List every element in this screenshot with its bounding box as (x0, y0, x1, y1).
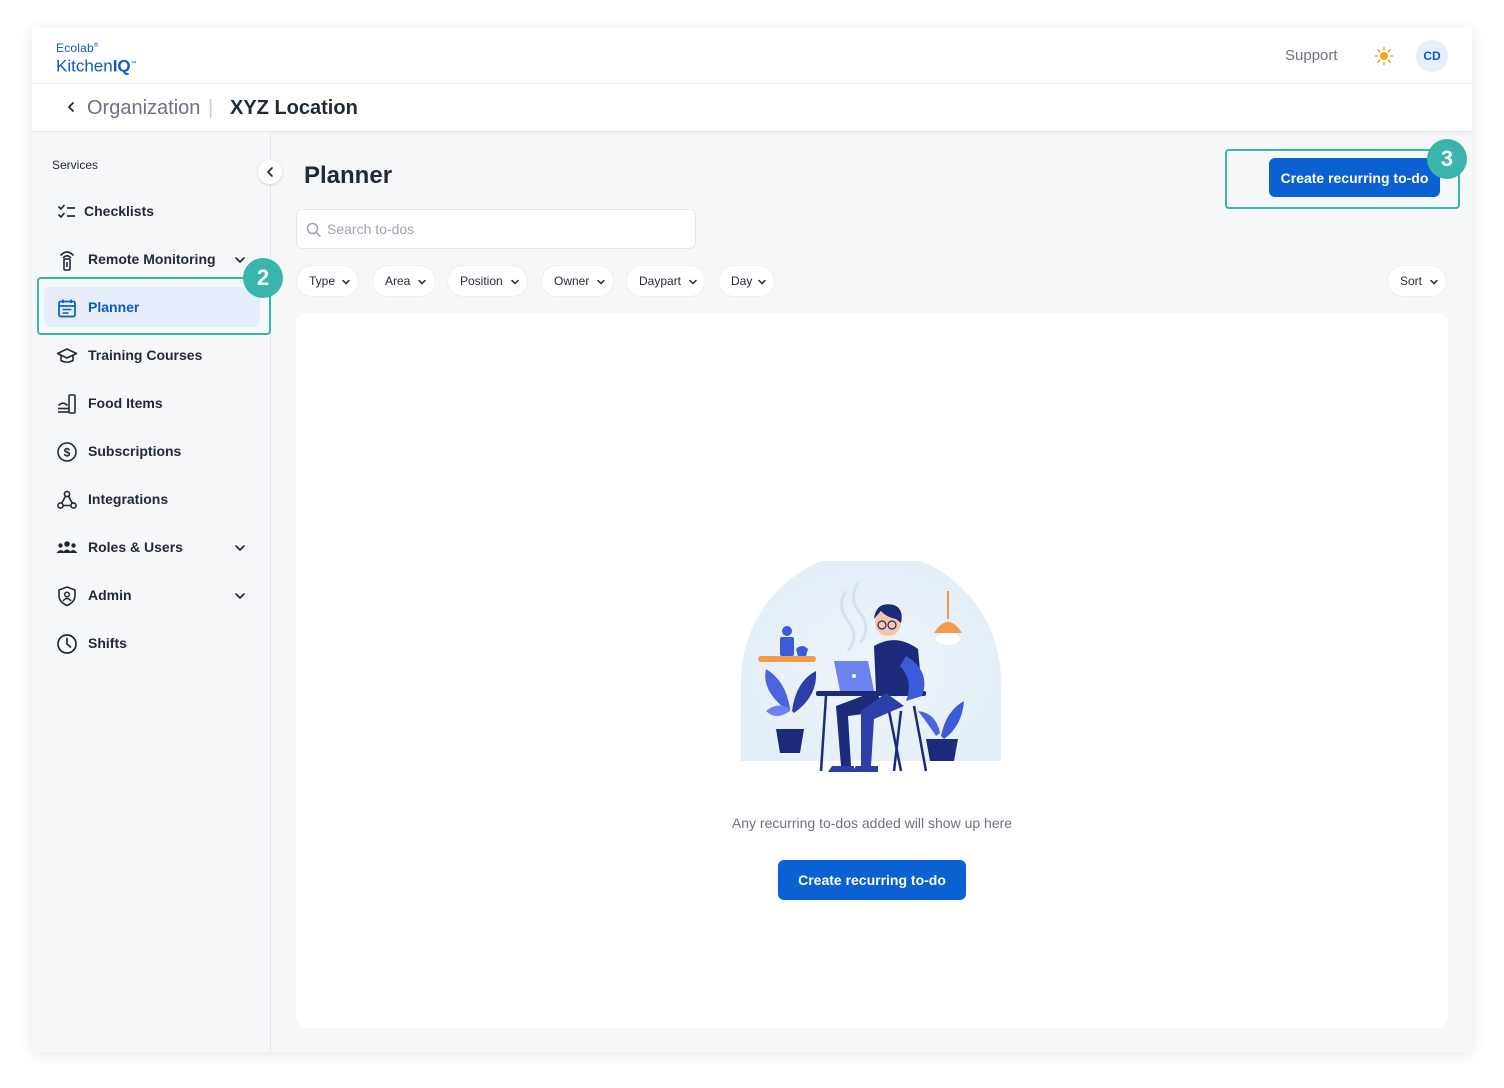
sidebar: Services Checklists Remote Monitoring Pl… (32, 133, 271, 1052)
sidebar-item-checklists[interactable]: Checklists (44, 191, 260, 231)
empty-state-create-button[interactable]: Create recurring to-do (778, 860, 966, 900)
sidebar-item-label: Checklists (84, 203, 155, 219)
sun-icon[interactable] (1374, 46, 1394, 66)
chevron-down-icon (342, 279, 350, 285)
filter-position[interactable]: Position (447, 265, 528, 297)
sidebar-item-admin[interactable]: Admin (44, 575, 260, 615)
empty-state-card: Any recurring to-dos added will show up … (296, 313, 1448, 1028)
filter-type[interactable]: Type (296, 265, 359, 297)
breadcrumb-separator: | (208, 97, 214, 119)
food-tray-icon (57, 394, 76, 414)
collapse-sidebar-button[interactable] (258, 160, 282, 184)
brand-logo[interactable]: Ecolab® KitchenIQ™ (56, 40, 137, 76)
sensor-icon (60, 251, 74, 271)
sidebar-item-label: Food Items (88, 395, 163, 411)
search-field[interactable] (296, 209, 696, 249)
sidebar-item-food-items[interactable]: Food Items (44, 383, 260, 423)
sidebar-item-label: Training Courses (88, 347, 203, 363)
svg-text:$: $ (64, 446, 71, 460)
chevron-left-icon (267, 167, 273, 177)
filter-owner[interactable]: Owner (541, 265, 614, 297)
chevron-down-icon (689, 279, 697, 285)
search-input[interactable] (327, 218, 677, 240)
chevron-down-icon (418, 279, 426, 285)
sidebar-item-roles-users[interactable]: Roles & Users (44, 527, 260, 567)
chevron-down-icon[interactable] (234, 590, 246, 602)
empty-state-message: Any recurring to-dos added will show up … (731, 815, 1013, 831)
chevron-down-icon (597, 279, 605, 285)
users-icon (56, 541, 78, 553)
user-avatar[interactable]: CD (1416, 40, 1448, 72)
filter-day[interactable]: Day (718, 265, 775, 297)
sort-button[interactable]: Sort (1387, 265, 1447, 297)
chevron-down-icon (1430, 279, 1438, 285)
filter-area[interactable]: Area (372, 265, 436, 297)
sidebar-item-training-courses[interactable]: Training Courses (44, 335, 260, 375)
chevron-left-icon[interactable] (64, 100, 78, 114)
sidebar-item-label: Admin (88, 587, 132, 603)
clock-icon (57, 634, 77, 654)
sidebar-item-label: Remote Monitoring (88, 251, 216, 267)
checklist-icon (58, 204, 75, 218)
step-badge: 2 (243, 258, 283, 298)
chevron-down-icon[interactable] (234, 542, 246, 554)
graduation-cap-icon (56, 348, 78, 364)
support-link[interactable]: Support (1285, 47, 1338, 64)
top-bar: Ecolab® KitchenIQ™ Support CD (32, 28, 1472, 84)
sidebar-title: Services (52, 158, 99, 172)
app-window: Ecolab® KitchenIQ™ Support CD Organizati… (32, 28, 1472, 1052)
breadcrumb-organization[interactable]: Organization (87, 97, 200, 120)
sidebar-item-planner[interactable]: Planner (44, 287, 260, 327)
sidebar-item-label: Shifts (88, 635, 127, 651)
sidebar-item-shifts[interactable]: Shifts (44, 623, 260, 663)
chevron-down-icon[interactable] (234, 254, 246, 266)
webhook-icon (57, 490, 77, 509)
calendar-icon (58, 299, 76, 318)
chevron-down-icon (511, 279, 519, 285)
create-recurring-todo-button[interactable]: Create recurring to-do (1269, 158, 1440, 197)
person-at-laptop-illustration (741, 561, 1001, 772)
sidebar-item-integrations[interactable]: Integrations (44, 479, 260, 519)
sidebar-item-label: Integrations (88, 491, 169, 507)
dollar-circle-icon: $ (57, 442, 77, 462)
shield-icon (58, 586, 76, 607)
breadcrumb-location: XYZ Location (230, 97, 358, 119)
breadcrumb: Organization | XYZ Location (32, 84, 1472, 132)
step-badge: 3 (1427, 139, 1467, 179)
sidebar-item-label: Roles & Users (88, 539, 183, 555)
filter-daypart[interactable]: Daypart (626, 265, 706, 297)
page-title: Planner (304, 162, 393, 189)
sidebar-item-subscriptions[interactable]: $ Subscriptions (44, 431, 260, 471)
search-icon (306, 222, 321, 237)
sidebar-item-remote-monitoring[interactable]: Remote Monitoring (44, 239, 260, 279)
sidebar-item-label: Subscriptions (88, 443, 182, 459)
chevron-down-icon (758, 279, 766, 285)
sidebar-item-label: Planner (88, 299, 140, 315)
